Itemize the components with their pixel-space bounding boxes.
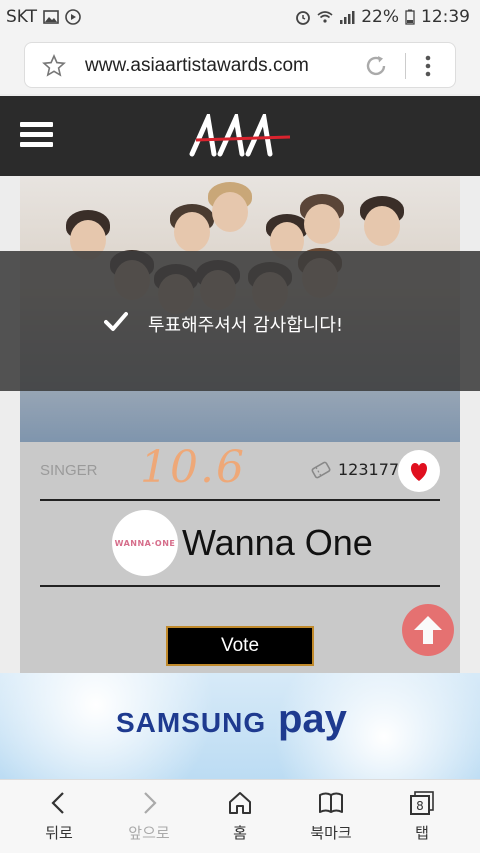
vote-count: 123177 [310, 460, 399, 479]
back-button[interactable]: 뒤로 [24, 790, 94, 843]
tabs-button[interactable]: 8 탭 [387, 790, 457, 843]
chevron-right-icon [144, 792, 157, 814]
samsung-pay-ad[interactable]: SAMSUNG pay [0, 673, 480, 779]
site-header [0, 96, 480, 176]
category-label: SINGER [40, 462, 98, 479]
check-icon [104, 312, 128, 331]
vote-button[interactable]: Vote [166, 626, 314, 666]
ticket-icon [311, 461, 331, 478]
signal-icon [340, 11, 355, 24]
wifi-icon [317, 11, 333, 23]
divider [405, 53, 406, 79]
vote-toast: 투표해주셔서 감사합니다! [0, 251, 480, 391]
reload-icon[interactable] [363, 53, 389, 79]
clock: 12:39 [421, 7, 470, 27]
alarm-icon [296, 11, 311, 25]
home-label: 홈 [233, 824, 247, 842]
like-button[interactable] [398, 450, 440, 492]
address-bar[interactable]: www.asiaartistawards.com [24, 42, 456, 88]
browser-bottom-nav: 뒤로 앞으로 홈 북마크 8 탭 [0, 779, 480, 853]
bookmarks-button[interactable]: 북마크 [296, 790, 366, 843]
divider-bottom [40, 585, 440, 587]
carrier-label: SKT [6, 7, 38, 27]
bookmarks-label: 북마크 [310, 824, 352, 842]
forward-button[interactable]: 앞으로 [114, 790, 184, 843]
back-label: 뒤로 [45, 824, 73, 842]
url-text[interactable]: www.asiaartistawards.com [85, 55, 309, 77]
artist-logo: WANNA·ONE [112, 510, 178, 576]
browser-toolbar: www.asiaartistawards.com [0, 34, 480, 94]
tabs-label: 탭 [415, 824, 429, 842]
ad-product: pay [278, 697, 347, 741]
play-icon [65, 9, 81, 25]
ad-brand: SAMSUNG [116, 707, 267, 738]
image-icon [43, 10, 59, 24]
book-icon [319, 792, 343, 813]
chevron-left-icon [51, 792, 64, 814]
status-bar: SKT 22% 12:39 [0, 0, 480, 34]
scroll-top-button[interactable] [402, 604, 454, 656]
heart-icon [410, 463, 428, 481]
divider-top [40, 499, 440, 501]
toast-message: 투표해주셔서 감사합니다! [148, 315, 344, 336]
battery-icon [405, 9, 415, 25]
battery-percent: 22% [361, 7, 399, 27]
artist-card: SINGER 10.6 123177 WANNA·ONE Wanna One V… [20, 442, 460, 673]
menu-icon[interactable] [20, 122, 53, 148]
more-options-icon[interactable] [423, 54, 433, 78]
handwritten-note: 10.6 [140, 442, 246, 493]
forward-label: 앞으로 [128, 824, 170, 842]
home-icon [229, 792, 251, 814]
aaa-logo[interactable] [186, 114, 296, 160]
artist-name: Wanna One [182, 522, 373, 563]
vote-count-value: 123177 [338, 460, 400, 479]
tab-count: 8 [416, 799, 424, 813]
home-button[interactable]: 홈 [205, 790, 275, 843]
arrow-up-icon [414, 616, 442, 644]
bookmark-star-icon[interactable] [41, 54, 67, 78]
tabs-icon: 8 [410, 791, 434, 815]
